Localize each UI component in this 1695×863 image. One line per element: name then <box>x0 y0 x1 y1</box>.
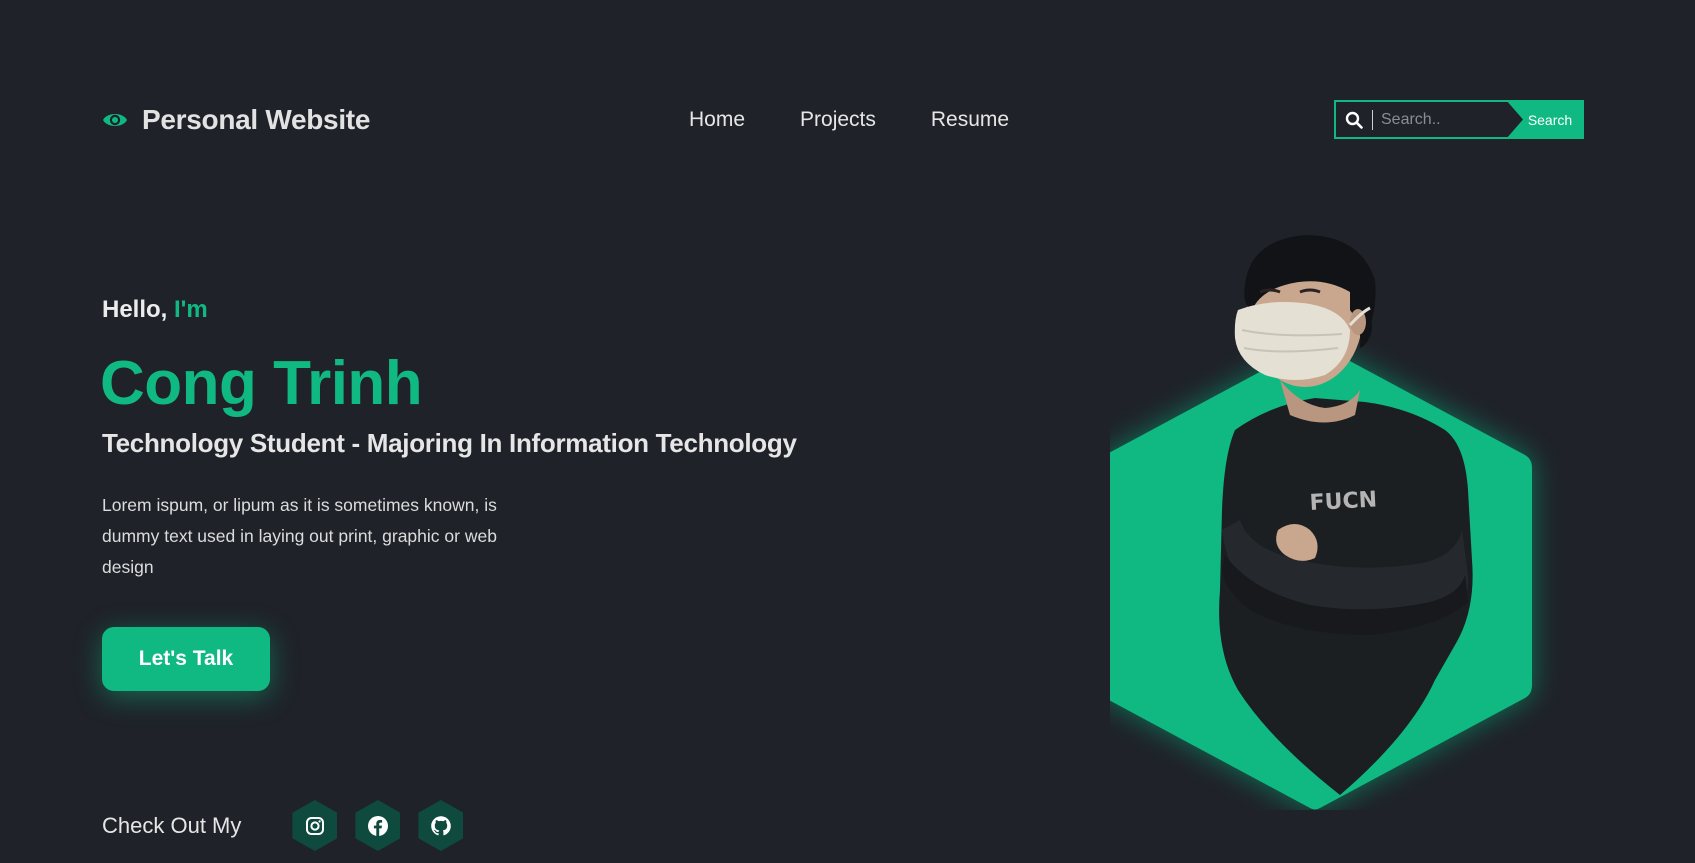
greeting-text: Hello, <box>102 296 168 323</box>
social-links: Check Out My <box>102 800 481 851</box>
greeting-accent: I'm <box>174 296 208 323</box>
github-link[interactable] <box>418 800 464 851</box>
search-button[interactable]: Search <box>1506 100 1584 139</box>
search-input[interactable] <box>1379 109 1503 130</box>
nav-resume[interactable]: Resume <box>931 108 1009 132</box>
facebook-link[interactable] <box>355 800 401 851</box>
github-icon <box>430 815 452 837</box>
svg-text:FUCN: FUCN <box>1309 487 1378 515</box>
logo-text: Personal Website <box>142 104 371 135</box>
search-divider <box>1372 109 1373 130</box>
search-icon <box>1345 111 1363 129</box>
instagram-icon <box>305 816 325 836</box>
hero-name: Cong Trinh <box>100 349 423 418</box>
instagram-link[interactable] <box>292 800 338 851</box>
site-header: Personal Website Home Projects Resume Se… <box>102 96 1584 146</box>
main-nav: Home Projects Resume <box>689 108 1009 132</box>
logo-link[interactable]: Personal Website <box>102 104 370 136</box>
nav-projects[interactable]: Projects <box>800 108 876 132</box>
page: Personal Website Home Projects Resume Se… <box>0 0 1695 863</box>
social-label: Check Out My <box>102 812 242 838</box>
eye-icon <box>102 107 128 133</box>
greeting: Hello, I'm <box>102 296 208 324</box>
profile-photo: FUCN <box>1098 230 1590 810</box>
lets-talk-button[interactable]: Let's Talk <box>102 627 270 691</box>
search-box: Search <box>1334 100 1584 139</box>
facebook-icon <box>367 815 389 837</box>
hero-description: Lorem ispum, or lipum as it is sometimes… <box>102 495 497 577</box>
hero-subtitle: Technology Student - Majoring In Informa… <box>102 428 797 458</box>
nav-home[interactable]: Home <box>689 108 745 132</box>
